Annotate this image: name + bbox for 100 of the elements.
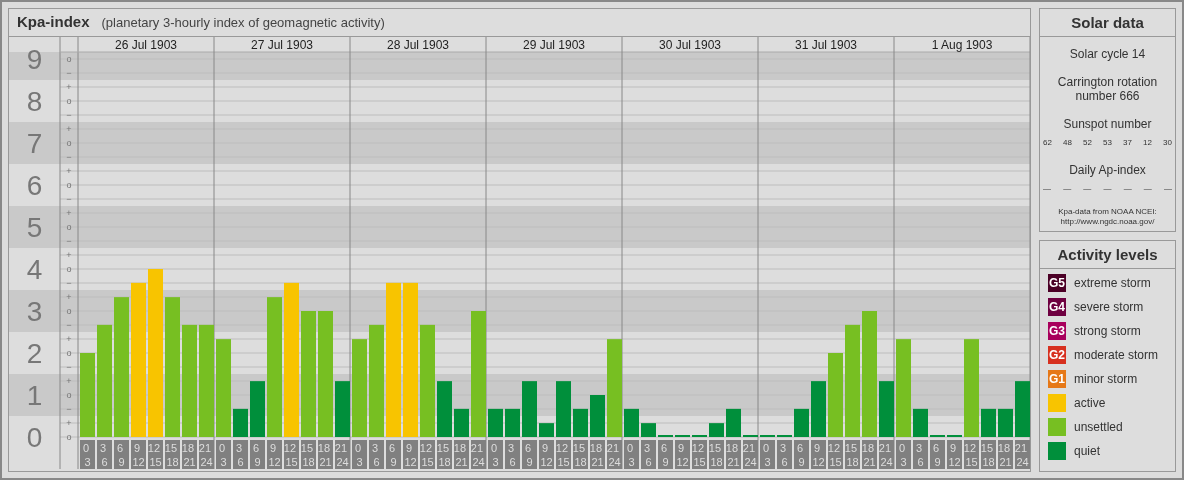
y-axis-label: 7: [26, 128, 43, 159]
level-swatch: G5: [1048, 274, 1066, 292]
time-slot-label: 9 12: [675, 440, 690, 469]
solar-cycle: Solar cycle 14: [1069, 46, 1146, 63]
level-label: moderate storm: [1074, 347, 1159, 364]
date-label: 28 Jul 1903: [386, 38, 450, 52]
time-slot-label: 9 12: [403, 440, 418, 469]
minor-tick-label: o: [66, 264, 72, 274]
time-slot-label: 6 9: [930, 440, 945, 469]
time-slot-label: 18 21: [181, 440, 197, 469]
ap-index-value: —: [1163, 183, 1172, 195]
time-slot-label: 21 24: [1014, 440, 1030, 469]
sunspot-label: Sunspot number: [1063, 116, 1152, 133]
panel-title: Solar data: [1040, 9, 1175, 37]
minor-tick-label: o: [66, 54, 72, 64]
minor-tick-label: −: [66, 110, 72, 120]
minor-tick-label: −: [66, 362, 72, 372]
minor-tick-label: −: [66, 236, 72, 246]
time-slot-label: 0 3: [896, 440, 911, 469]
date-label: 29 Jul 1903: [522, 38, 586, 52]
panel-title: Activity levels: [1040, 241, 1175, 269]
sunspot-value: 48: [1063, 137, 1072, 149]
time-slot-label: 0 3: [352, 440, 367, 469]
time-slot-label: 15 18: [164, 440, 180, 469]
minor-tick-label: +: [66, 250, 72, 260]
ap-index-value: —: [1103, 183, 1112, 195]
time-slot-label: 6 9: [522, 440, 537, 469]
time-slot-label: 18 21: [725, 440, 741, 469]
time-slot-label: 9 12: [131, 440, 146, 469]
ap-index-value: —: [1123, 183, 1132, 195]
minor-tick-label: −: [66, 404, 72, 414]
level-swatch: G3: [1048, 322, 1066, 340]
time-slot-label: 12 15: [827, 440, 843, 469]
y-axis-label: 2: [26, 338, 43, 369]
minor-tick-label: o: [66, 180, 72, 190]
minor-tick-label: o: [66, 306, 72, 316]
time-slot-label: 12 15: [963, 440, 979, 469]
minor-tick-label: +: [66, 208, 72, 218]
sunspot-value: 37: [1123, 137, 1132, 149]
time-slot-label: 21 24: [198, 440, 214, 469]
level-label: minor storm: [1074, 371, 1138, 388]
time-slot-label: 9 12: [539, 440, 554, 469]
y-axis-label: 1: [26, 380, 43, 411]
minor-tick-label: o: [66, 348, 72, 358]
time-slot-label: 9 12: [947, 440, 962, 469]
y-axis-label: 8: [26, 86, 43, 117]
time-slot-label: 21 24: [334, 440, 350, 469]
minor-tick-label: o: [66, 390, 72, 400]
time-slot-label: 0 3: [80, 440, 95, 469]
y-axis-label: 6: [26, 170, 43, 201]
date-label: 30 Jul 1903: [658, 38, 722, 52]
time-slot-label: 18 21: [997, 440, 1013, 469]
time-slot-label: 15 18: [980, 440, 996, 469]
time-slot-label: 0 3: [488, 440, 503, 469]
time-slot-label: 18 21: [317, 440, 333, 469]
level-label: unsettled: [1074, 419, 1123, 436]
sunspot-value: 30: [1163, 137, 1172, 149]
minor-tick-label: −: [66, 152, 72, 162]
time-slot-label: 3 6: [369, 440, 384, 469]
time-slot-label: 3 6: [913, 440, 928, 469]
minor-tick-label: −: [66, 194, 72, 204]
time-slot-label: 15 18: [844, 440, 860, 469]
time-slot-label: 12 15: [419, 440, 435, 469]
level-label: severe storm: [1074, 299, 1144, 316]
date-label: 31 Jul 1903: [794, 38, 858, 52]
time-slot-label: 3 6: [233, 440, 248, 469]
sunspot-value: 53: [1103, 137, 1112, 149]
time-slot-label: 9 12: [811, 440, 826, 469]
sunspot-value: 62: [1043, 137, 1052, 149]
time-slot-label: 12 15: [147, 440, 163, 469]
level-swatch: G4: [1048, 298, 1066, 316]
time-slot-label: 15 18: [436, 440, 452, 469]
level-label: strong storm: [1074, 323, 1141, 340]
y-axis-label: 0: [26, 422, 43, 453]
time-slot-label: 6 9: [794, 440, 809, 469]
minor-tick-label: o: [66, 432, 72, 442]
chart-subtitle: (planetary 3-hourly index of geomagnetic activity): [101, 13, 385, 32]
minor-tick-label: o: [66, 222, 72, 232]
ap-index-value: —: [1063, 183, 1072, 195]
time-slot-label: 12 15: [283, 440, 299, 469]
time-slot-label: 3 6: [777, 440, 792, 469]
date-label: 26 Jul 1903: [114, 38, 178, 52]
minor-tick-label: +: [66, 418, 72, 428]
ap-index-value: —: [1043, 183, 1051, 195]
time-slot-label: 21 24: [878, 440, 894, 469]
level-label: quiet: [1074, 443, 1101, 460]
time-slot-label: 6 9: [250, 440, 265, 469]
level-label: active: [1074, 395, 1106, 412]
time-slot-label: 3 6: [97, 440, 112, 469]
minor-tick-label: +: [66, 292, 72, 302]
date-label: 1 Aug 1903: [931, 38, 993, 52]
time-slot-label: 3 6: [505, 440, 520, 469]
level-swatch: G1: [1048, 370, 1066, 388]
data-source-note: Kpa-data from NOAA NCEI: http://www.ngdc.noaa.gov/: [1058, 207, 1157, 227]
time-slot-label: 9 12: [267, 440, 282, 469]
time-slot-label: 18 21: [589, 440, 605, 469]
minor-tick-label: −: [66, 68, 72, 78]
time-slot-label: 18 21: [453, 440, 469, 469]
minor-tick-label: +: [66, 166, 72, 176]
time-slot-label: 12 15: [691, 440, 707, 469]
